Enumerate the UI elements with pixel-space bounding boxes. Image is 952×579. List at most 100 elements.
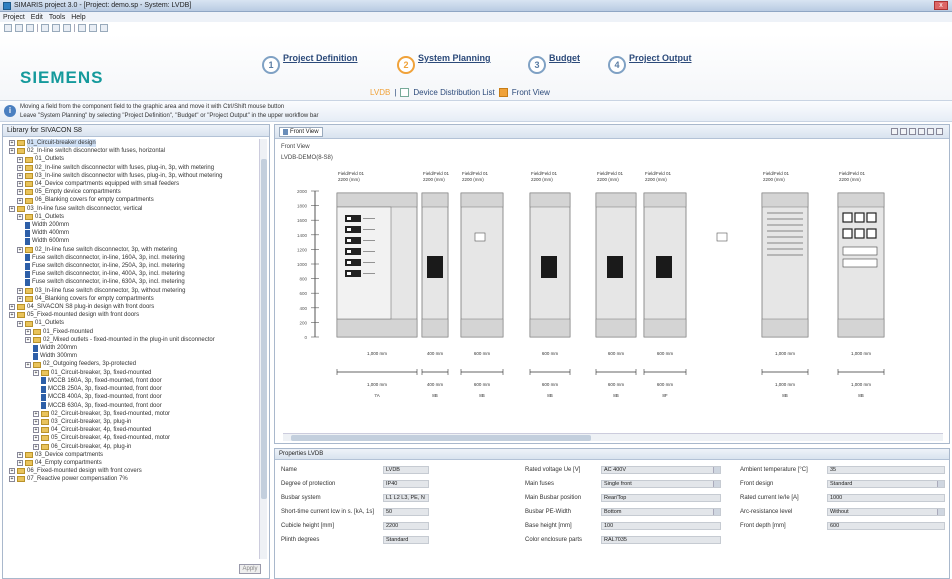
property-value[interactable]: L1 L2 L3, PE, N bbox=[383, 494, 429, 502]
tree-item[interactable]: +04_Blanking covers for empty compartmen… bbox=[7, 295, 257, 303]
subnav-system[interactable]: LVDB bbox=[370, 88, 390, 97]
expand-icon[interactable]: + bbox=[17, 287, 23, 294]
menu-project[interactable]: Project bbox=[3, 14, 25, 21]
step-system-planning[interactable]: 2 System Planning bbox=[397, 48, 491, 74]
expand-icon[interactable]: + bbox=[9, 468, 15, 475]
subnav-dist-list[interactable]: Device Distribution List bbox=[413, 88, 494, 97]
tree-item[interactable]: MCCB 630A, 3p, fixed-mounted, front door bbox=[7, 402, 257, 410]
tree-item[interactable]: +03_In-line fuse switch disconnector, 3p… bbox=[7, 287, 257, 295]
tab-front-view[interactable]: Front View bbox=[279, 126, 323, 137]
expand-icon[interactable]: + bbox=[9, 312, 15, 319]
tree-item[interactable]: +06_Fixed-mounted design with front cove… bbox=[7, 467, 257, 475]
property-value[interactable]: 50 bbox=[383, 508, 429, 516]
step-budget[interactable]: 3 Budget bbox=[528, 48, 580, 74]
tree-item[interactable]: +03_In-line switch disconnector with fus… bbox=[7, 172, 257, 180]
expand-icon[interactable]: + bbox=[33, 427, 39, 434]
property-value[interactable]: 1000 bbox=[827, 494, 945, 502]
tree-item[interactable]: +02_In-line switch disconnector with fus… bbox=[7, 147, 257, 155]
step-project-definition[interactable]: 1 Project Definition bbox=[262, 48, 358, 74]
expand-icon[interactable]: + bbox=[9, 148, 15, 155]
tree-item[interactable]: Width 200mm bbox=[7, 221, 257, 229]
tree-item[interactable]: +06_Circuit-breaker, 4p, plug-in bbox=[7, 443, 257, 451]
expand-icon[interactable]: + bbox=[33, 443, 39, 450]
tree-item[interactable]: +07_Reactive power compensation 7% bbox=[7, 475, 257, 483]
expand-icon[interactable]: + bbox=[17, 246, 23, 253]
tree-item[interactable]: Width 400mm bbox=[7, 229, 257, 237]
tree-item[interactable]: MCCB 400A, 3p, fixed-mounted, front door bbox=[7, 393, 257, 401]
tree-item[interactable]: Width 300mm bbox=[7, 352, 257, 360]
tree-item[interactable]: +02_Circuit-breaker, 3p, fixed-mounted, … bbox=[7, 410, 257, 418]
tree-item[interactable]: Width 600mm bbox=[7, 237, 257, 246]
tree-item[interactable]: Fuse switch disconnector, in-line, 250A,… bbox=[7, 262, 257, 270]
tree-item[interactable]: +01_Circuit-breaker design bbox=[7, 139, 257, 148]
paste-icon[interactable] bbox=[63, 24, 71, 32]
copy-icon[interactable] bbox=[52, 24, 60, 32]
expand-icon[interactable]: + bbox=[17, 213, 23, 220]
zoom-fit-icon[interactable] bbox=[909, 128, 916, 135]
tree-item[interactable]: MCCB 250A, 3p, fixed-mounted, front door bbox=[7, 385, 257, 393]
tree-item[interactable]: +05_Fixed-mounted design with front door… bbox=[7, 311, 257, 319]
expand-icon[interactable]: + bbox=[33, 369, 39, 376]
front-view-canvas[interactable]: 2000180016001400120010008006004002000Fie… bbox=[275, 161, 951, 431]
property-value[interactable]: RAL7035 bbox=[601, 536, 721, 544]
menu-tools[interactable]: Tools bbox=[49, 14, 65, 21]
menu-edit[interactable]: Edit bbox=[31, 14, 43, 21]
redo-icon[interactable] bbox=[89, 24, 97, 32]
cut-icon[interactable] bbox=[41, 24, 49, 32]
tree-item[interactable]: Fuse switch disconnector, in-line, 400A,… bbox=[7, 270, 257, 278]
property-value[interactable]: IP40 bbox=[383, 480, 429, 488]
tree-item[interactable]: Fuse switch disconnector, in-line, 160A,… bbox=[7, 254, 257, 262]
property-value[interactable]: Rear/Top bbox=[601, 494, 721, 502]
step-label[interactable]: System Planning bbox=[418, 53, 491, 63]
tree-item[interactable]: +03_Circuit-breaker, 3p, plug-in bbox=[7, 418, 257, 426]
expand-icon[interactable]: + bbox=[17, 189, 23, 196]
tree-item[interactable]: +04_Empty compartments bbox=[7, 459, 257, 467]
scroll-thumb[interactable] bbox=[291, 435, 591, 441]
undo-icon[interactable] bbox=[78, 24, 86, 32]
tree-item[interactable]: +04_SIVACON S8 plug-in design with front… bbox=[7, 303, 257, 311]
tree-item[interactable]: Fuse switch disconnector, in-line, 630A,… bbox=[7, 278, 257, 287]
library-scrollbar[interactable] bbox=[259, 139, 267, 559]
zoom-in-icon[interactable] bbox=[900, 128, 907, 135]
expand-icon[interactable]: + bbox=[17, 156, 23, 163]
tree-item[interactable]: +04_Circuit-breaker, 4p, fixed-mounted bbox=[7, 426, 257, 434]
step-label[interactable]: Budget bbox=[549, 53, 580, 63]
expand-icon[interactable]: + bbox=[17, 172, 23, 179]
expand-icon[interactable]: + bbox=[9, 304, 15, 311]
step-label[interactable]: Project Output bbox=[629, 53, 692, 63]
property-value[interactable]: 2200 bbox=[383, 522, 429, 530]
property-value[interactable]: Bottom bbox=[601, 508, 721, 516]
tree-item[interactable]: +01_Fixed-mounted bbox=[7, 328, 257, 336]
save-icon[interactable] bbox=[26, 24, 34, 32]
expand-icon[interactable]: + bbox=[33, 435, 39, 442]
property-value[interactable]: AC 400V bbox=[601, 466, 721, 474]
tree-item[interactable]: Width 200mm bbox=[7, 344, 257, 352]
step-project-output[interactable]: 4 Project Output bbox=[608, 48, 692, 74]
expand-icon[interactable]: + bbox=[9, 476, 15, 483]
expand-icon[interactable]: + bbox=[17, 164, 23, 171]
tree-item[interactable]: MCCB 160A, 3p, fixed-mounted, front door bbox=[7, 377, 257, 385]
tree-item[interactable]: +03_In-line fuse switch disconnector, ve… bbox=[7, 205, 257, 213]
expand-icon[interactable]: + bbox=[17, 197, 23, 204]
open-icon[interactable] bbox=[15, 24, 23, 32]
tree-item[interactable]: +01_Outlets bbox=[7, 319, 257, 327]
zoom-out-icon[interactable] bbox=[891, 128, 898, 135]
property-value[interactable]: 35 bbox=[827, 466, 945, 474]
expand-icon[interactable]: + bbox=[17, 460, 23, 467]
expand-icon[interactable]: + bbox=[25, 328, 31, 335]
property-value[interactable]: Single front bbox=[601, 480, 721, 488]
property-value[interactable]: LVDB bbox=[383, 466, 429, 474]
tree-item[interactable]: +03_Device compartments bbox=[7, 451, 257, 459]
expand-icon[interactable]: + bbox=[17, 295, 23, 302]
close-window-button[interactable]: x bbox=[934, 1, 948, 10]
print-icon[interactable] bbox=[918, 128, 925, 135]
help-icon[interactable] bbox=[100, 24, 108, 32]
property-value[interactable]: 600 bbox=[827, 522, 945, 530]
new-icon[interactable] bbox=[4, 24, 12, 32]
tree-item[interactable]: +01_Outlets bbox=[7, 155, 257, 163]
subnav-front-view[interactable]: Front View bbox=[512, 88, 550, 97]
tree-item[interactable]: +02_In-line switch disconnector with fus… bbox=[7, 164, 257, 172]
tree-item[interactable]: +05_Circuit-breaker, 4p, fixed-mounted, … bbox=[7, 434, 257, 442]
expand-icon[interactable]: + bbox=[25, 361, 31, 368]
close-view-icon[interactable] bbox=[936, 128, 943, 135]
